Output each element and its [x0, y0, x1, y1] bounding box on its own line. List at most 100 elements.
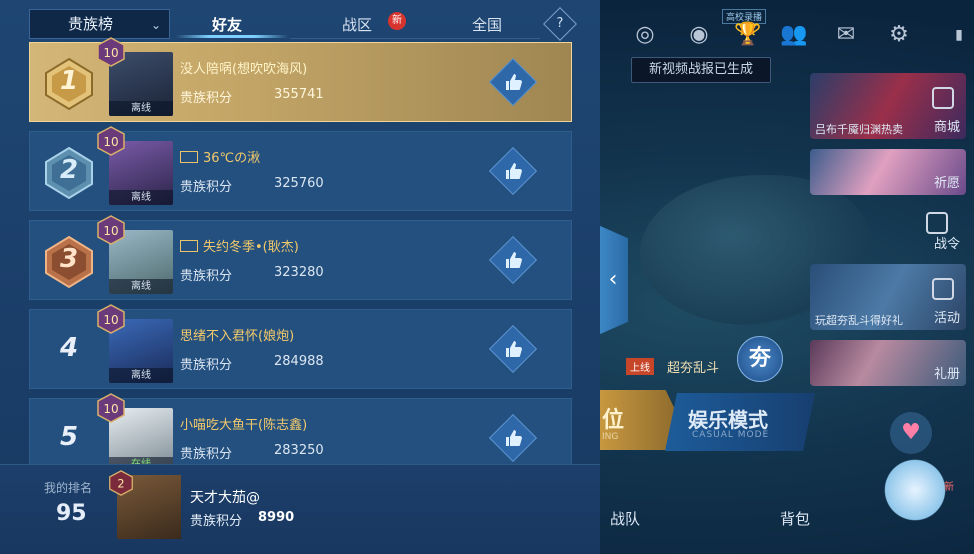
- mascot-new-tag: 新: [944, 482, 954, 493]
- noble-level: 10: [103, 313, 118, 327]
- mode-circle[interactable]: 夯: [737, 336, 783, 382]
- score-value: 325760: [274, 176, 324, 191]
- online-status: 离线: [109, 190, 173, 205]
- help-button[interactable]: ?: [543, 7, 577, 41]
- new-badge: 新: [388, 12, 406, 30]
- score-label: 贵族积分: [180, 91, 233, 106]
- side-item-wish[interactable]: 祈愿: [810, 149, 966, 195]
- player-name-text: 失约冬季•(耿杰): [203, 240, 299, 255]
- mail-icon[interactable]: ✉: [833, 22, 859, 48]
- my-score-label: 贵族积分: [190, 514, 243, 529]
- team-icon: [180, 151, 198, 163]
- record-icon[interactable]: ◎: [632, 22, 658, 48]
- rank-number: 3: [59, 244, 79, 274]
- leaderboard-row-2[interactable]: 2 离线 10 36℃の湫 贵族积分 325760: [29, 126, 572, 211]
- like-button[interactable]: [488, 324, 538, 374]
- my-name: 天才大茄@: [190, 490, 260, 506]
- side-item-battlepass[interactable]: 战令: [906, 206, 966, 256]
- score-value: 284988: [274, 354, 324, 369]
- leaderboard-row-3[interactable]: 3 离线 10 失约冬季•(耿杰) 贵族积分 323280: [29, 215, 572, 300]
- online-status: 离线: [109, 279, 173, 294]
- board-type-dropdown[interactable]: 贵族榜 ⌄: [29, 9, 170, 39]
- shop-caption: 吕布千魇归渊热卖: [815, 123, 903, 136]
- tab-friends[interactable]: 好友: [212, 14, 242, 35]
- player-name[interactable]: 失约冬季•(耿杰): [180, 236, 299, 255]
- leaderboard-tabs: 贵族榜 ⌄ 好友 战区 新 全国 ?: [0, 0, 600, 42]
- noble-level-badge: 10: [97, 215, 125, 245]
- online-status: 离线: [109, 101, 173, 116]
- my-noble-level: 2: [117, 477, 124, 490]
- score-value: 283250: [274, 443, 324, 458]
- noble-level-badge: 10: [97, 304, 125, 334]
- rank-number: 4: [59, 333, 79, 363]
- noble-level: 10: [103, 224, 118, 238]
- dropdown-label: 贵族榜: [68, 15, 114, 33]
- player-name[interactable]: 思绪不入君怀(娘炮): [180, 325, 294, 344]
- score-label: 贵族积分: [180, 447, 233, 462]
- my-score: 8990: [258, 510, 295, 525]
- heart-icon[interactable]: ♥: [890, 412, 932, 454]
- my-noble-level-badge: 2: [109, 470, 133, 496]
- noble-level: 10: [103, 402, 118, 416]
- noble-level-badge: 10: [97, 37, 125, 67]
- leaderboard-row-1[interactable]: 1 离线 10 没人陪㖞(想吹吹海风) 贵族积分 355741: [29, 37, 572, 122]
- mascot-avatar[interactable]: [880, 455, 950, 525]
- activity-caption: 玩超夯乱斗得好礼: [815, 314, 903, 327]
- leaderboard-row-4[interactable]: 4 离线 10 思绪不入君怀(娘炮) 贵族积分 284988: [29, 304, 572, 389]
- noble-level: 10: [103, 46, 118, 60]
- ranked-button-title: 位: [602, 408, 625, 433]
- shop-icon: [932, 87, 954, 109]
- side-item-giftbook[interactable]: 礼册: [810, 340, 966, 386]
- active-tab-underline: [176, 35, 288, 38]
- battlepass-label: 战令: [933, 237, 960, 252]
- shop-label: 商城: [933, 120, 960, 135]
- like-button[interactable]: [488, 235, 538, 285]
- noble-level-badge: 10: [97, 126, 125, 156]
- thumbs-up-icon: [506, 341, 522, 357]
- event-name[interactable]: 超夯乱斗: [667, 357, 719, 376]
- tabs-divider: [290, 38, 540, 39]
- side-item-shop[interactable]: 吕布千魇归渊热卖 商城: [810, 73, 966, 139]
- trophy-icon[interactable]: 🏆: [734, 22, 761, 48]
- rank-number: 1: [59, 66, 79, 96]
- collapse-panel-button[interactable]: ‹: [598, 225, 628, 335]
- video-report-tooltip[interactable]: 新视频战报已生成: [631, 57, 771, 83]
- thumbs-up-icon: [506, 430, 522, 446]
- side-item-activity[interactable]: 玩超夯乱斗得好礼 活动: [810, 264, 966, 330]
- casual-mode-sub: CASUAL MODE: [692, 430, 770, 440]
- noble-level-badge: 10: [97, 393, 125, 423]
- thumbs-up-icon: [506, 163, 522, 179]
- help-icon: ?: [556, 16, 564, 31]
- battlepass-icon: [926, 212, 948, 234]
- activity-icon: [932, 278, 954, 300]
- player-name-text: 36℃の湫: [203, 151, 261, 166]
- player-name[interactable]: 36℃の湫: [180, 147, 260, 166]
- battery-icon: ▮: [955, 27, 963, 43]
- event-tag: 上线: [626, 358, 654, 375]
- wish-label: 祈愿: [933, 176, 960, 191]
- my-rank-footer: 我的排名 95 2 天才大茄@ 贵族积分 8990: [0, 464, 600, 554]
- leaderboard-panel: 贵族榜 ⌄ 好友 战区 新 全国 ? 1 离线 10 没人陪㖞(想吹吹海风) 贵…: [0, 0, 600, 554]
- tab-region[interactable]: 战区: [342, 14, 372, 35]
- player-name[interactable]: 没人陪㖞(想吹吹海风): [180, 58, 307, 77]
- rank-number: 5: [59, 422, 79, 452]
- tab-national[interactable]: 全国: [472, 14, 502, 35]
- friends-icon[interactable]: 👥: [780, 22, 807, 48]
- player-name[interactable]: 小喵吃大鱼干(陈志鑫): [180, 414, 307, 433]
- score-label: 贵族积分: [180, 180, 233, 195]
- rank-number: 2: [59, 155, 79, 185]
- nav-team[interactable]: 战队: [610, 508, 640, 529]
- score-value: 323280: [274, 265, 324, 280]
- gear-icon[interactable]: ⚙: [886, 22, 912, 48]
- chevron-down-icon: ⌄: [150, 18, 161, 32]
- like-button[interactable]: [488, 146, 538, 196]
- score-value: 355741: [274, 87, 324, 102]
- ranked-button-sub: ING: [602, 432, 619, 442]
- thumbs-up-icon: [506, 252, 522, 268]
- like-button[interactable]: [488, 57, 538, 107]
- my-rank-number: 95: [56, 501, 87, 526]
- like-button[interactable]: [488, 413, 538, 463]
- eye-icon[interactable]: ◉: [686, 22, 712, 48]
- nav-bag[interactable]: 背包: [780, 508, 810, 529]
- online-status: 离线: [109, 368, 173, 383]
